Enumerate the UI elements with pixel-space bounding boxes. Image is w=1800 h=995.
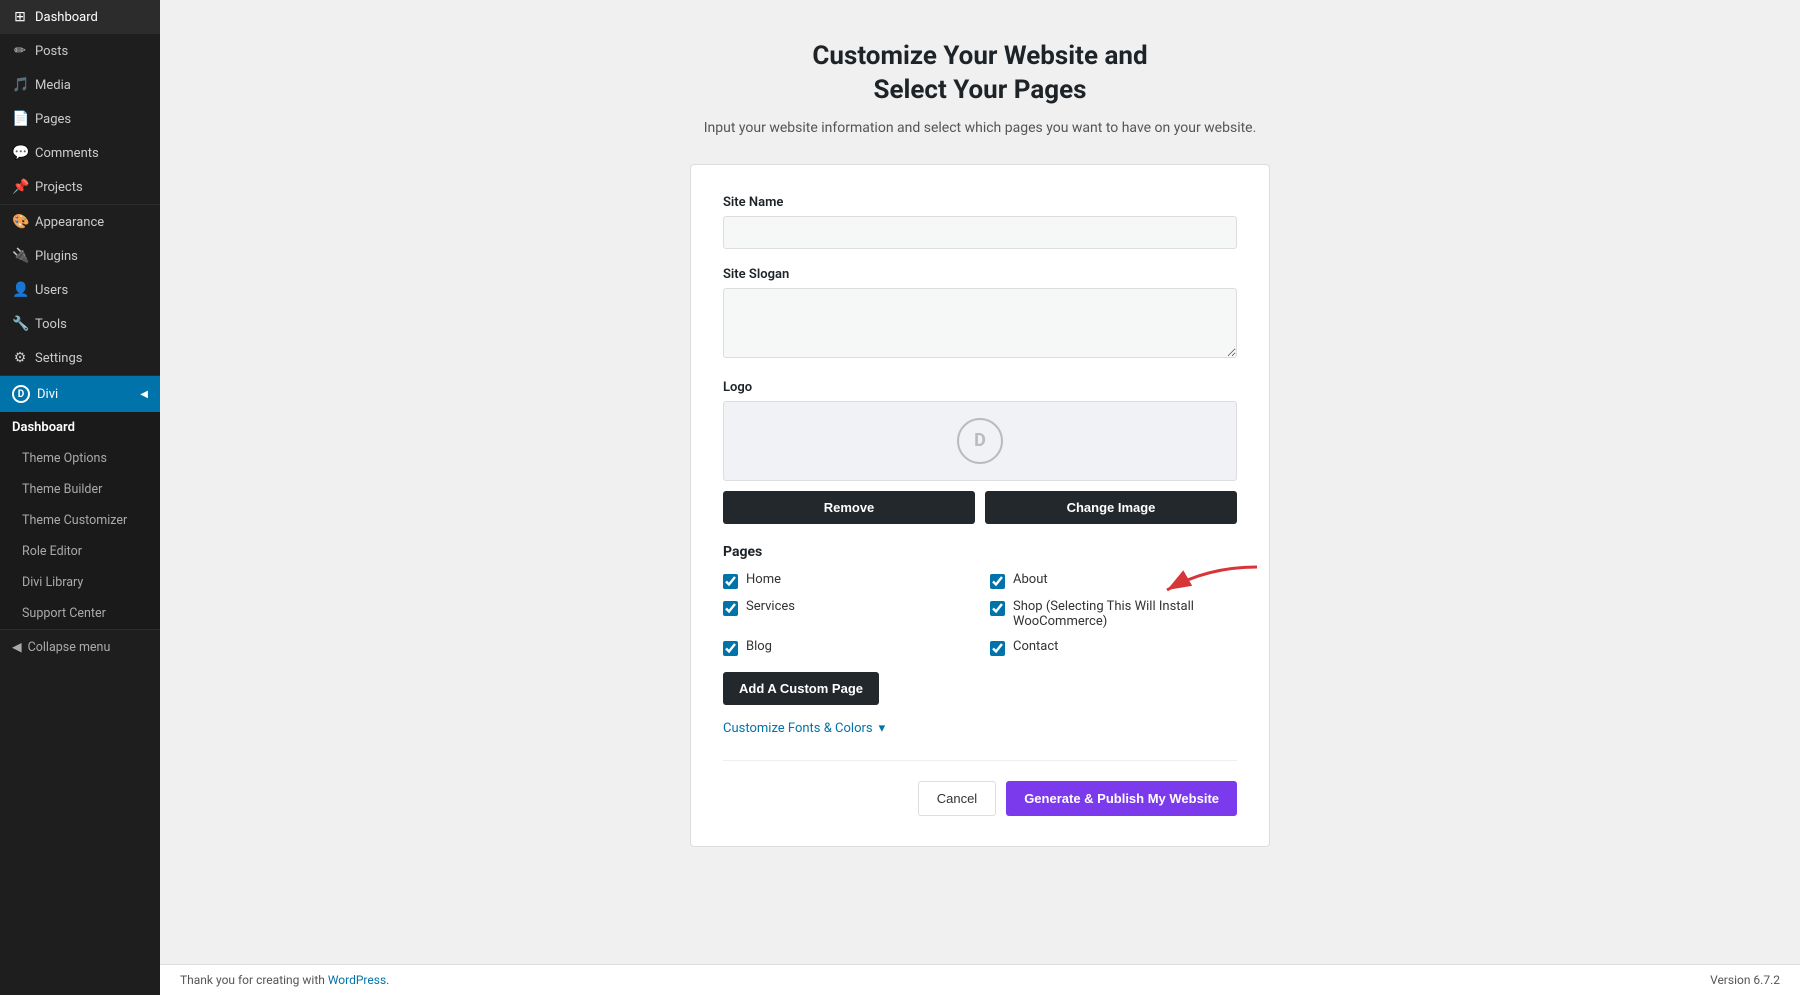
- home-checkbox[interactable]: [723, 574, 738, 589]
- divi-submenu: Dashboard Theme Options Theme Builder Th…: [0, 412, 160, 629]
- site-name-input[interactable]: [723, 216, 1237, 249]
- tools-icon: 🔧: [12, 316, 28, 332]
- sidebar-item-theme-customizer[interactable]: Theme Customizer: [0, 505, 160, 536]
- sidebar-item-role-editor[interactable]: Role Editor: [0, 536, 160, 567]
- plugins-icon: 🔌: [12, 248, 28, 264]
- settings-icon: ⚙: [12, 350, 28, 366]
- sidebar: ⊞ Dashboard ✏ Posts 🎵 Media 📄 Pages 💬 Co…: [0, 0, 160, 995]
- wordpress-link[interactable]: WordPress.: [328, 973, 389, 987]
- page-check-blog: Blog: [723, 639, 970, 656]
- sidebar-item-comments[interactable]: 💬 Comments: [0, 136, 160, 170]
- collapse-menu-button[interactable]: ◀ Collapse menu: [0, 630, 160, 664]
- sidebar-item-settings[interactable]: ⚙ Settings: [0, 341, 160, 375]
- pages-grid: Home About Services Shop (Selecting This…: [723, 572, 1237, 656]
- sidebar-item-theme-options[interactable]: Theme Options: [0, 443, 160, 474]
- page-subtitle: Input your website information and selec…: [704, 120, 1257, 136]
- sidebar-item-dashboard[interactable]: ⊞ Dashboard: [0, 0, 160, 34]
- users-icon: 👤: [12, 282, 28, 298]
- sidebar-item-divi-library[interactable]: Divi Library: [0, 567, 160, 598]
- appearance-icon: 🎨: [12, 214, 28, 230]
- site-name-label: Site Name: [723, 195, 1237, 210]
- sidebar-item-pages[interactable]: 📄 Pages: [0, 102, 160, 136]
- posts-icon: ✏: [12, 43, 28, 59]
- page-check-contact: Contact: [990, 639, 1237, 656]
- projects-icon: 📌: [12, 179, 28, 195]
- comments-icon: 💬: [12, 145, 28, 161]
- page-check-services: Services: [723, 599, 970, 629]
- sidebar-item-plugins[interactable]: 🔌 Plugins: [0, 239, 160, 273]
- chevron-down-icon: ▾: [879, 721, 886, 736]
- site-slogan-label: Site Slogan: [723, 267, 1237, 282]
- about-checkbox[interactable]: [990, 574, 1005, 589]
- version-text: Version 6.7.2: [1710, 973, 1780, 987]
- logo-buttons: Remove Change Image: [723, 491, 1237, 524]
- footer-bar: Thank you for creating with WordPress. V…: [160, 964, 1800, 995]
- logo-area: D: [723, 401, 1237, 481]
- pages-icon: 📄: [12, 111, 28, 127]
- page-check-shop: Shop (Selecting This Will Install WooCom…: [990, 599, 1237, 629]
- customize-fonts-link[interactable]: Customize Fonts & Colors ▾: [723, 721, 1237, 736]
- divi-chevron-icon: ◀: [140, 389, 148, 400]
- sidebar-item-appearance[interactable]: 🎨 Appearance: [0, 205, 160, 239]
- sidebar-item-posts[interactable]: ✏ Posts: [0, 34, 160, 68]
- page-check-home: Home: [723, 572, 970, 589]
- sidebar-item-support-center[interactable]: Support Center: [0, 598, 160, 629]
- sidebar-item-theme-builder[interactable]: Theme Builder: [0, 474, 160, 505]
- pages-section-label: Pages: [723, 544, 1237, 560]
- contact-checkbox[interactable]: [990, 641, 1005, 656]
- dashboard-icon: ⊞: [12, 9, 28, 25]
- divi-submenu-dashboard-header: Dashboard: [0, 412, 160, 443]
- divi-logo-icon: D: [12, 385, 30, 403]
- footer-text: Thank you for creating with WordPress.: [180, 973, 389, 987]
- remove-logo-button[interactable]: Remove: [723, 491, 975, 524]
- page-check-about: About: [990, 572, 1237, 589]
- sidebar-item-media[interactable]: 🎵 Media: [0, 68, 160, 102]
- add-custom-page-button[interactable]: Add A Custom Page: [723, 672, 879, 705]
- collapse-icon: ◀: [12, 639, 22, 655]
- card-footer: Cancel Generate & Publish My Website: [723, 760, 1237, 816]
- services-checkbox[interactable]: [723, 601, 738, 616]
- setup-card: Site Name Site Slogan Logo D Remove Chan…: [690, 164, 1270, 847]
- sidebar-item-tools[interactable]: 🔧 Tools: [0, 307, 160, 341]
- logo-label: Logo: [723, 380, 1237, 395]
- shop-checkbox[interactable]: [990, 601, 1005, 616]
- publish-button[interactable]: Generate & Publish My Website: [1006, 781, 1237, 816]
- sidebar-item-users[interactable]: 👤 Users: [0, 273, 160, 307]
- blog-checkbox[interactable]: [723, 641, 738, 656]
- cancel-button[interactable]: Cancel: [918, 781, 996, 816]
- page-title: Customize Your Website and Select Your P…: [812, 40, 1147, 108]
- sidebar-item-projects[interactable]: 📌 Projects: [0, 170, 160, 204]
- logo-placeholder-icon: D: [957, 418, 1003, 464]
- change-image-button[interactable]: Change Image: [985, 491, 1237, 524]
- media-icon: 🎵: [12, 77, 28, 93]
- site-slogan-input[interactable]: [723, 288, 1237, 358]
- main-content: Customize Your Website and Select Your P…: [160, 0, 1800, 995]
- content-area: Customize Your Website and Select Your P…: [160, 0, 1800, 964]
- sidebar-item-divi[interactable]: D Divi ◀: [0, 376, 160, 412]
